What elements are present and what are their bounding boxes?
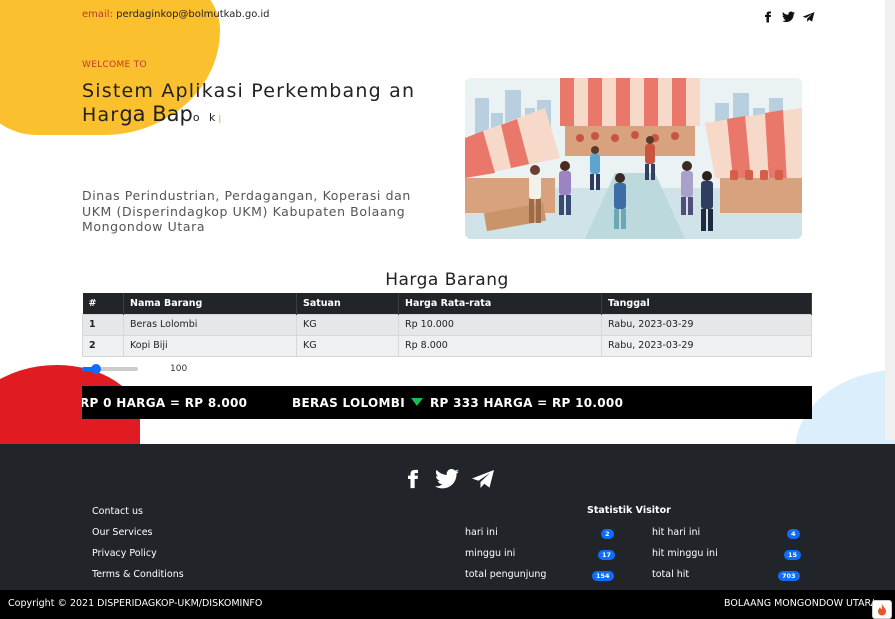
cell-date: Rabu, 2023-03-29 (601, 334, 812, 357)
stat-badge: 154 (592, 571, 614, 581)
footer-link-services[interactable]: Our Services (92, 526, 184, 547)
cell-number: 1 (82, 313, 124, 336)
stat-label: hit minggu ini (652, 548, 718, 559)
price-ticker: RP 0 HARGA = RP 8.000 BERAS LOLOMBI RP 3… (82, 386, 812, 419)
copyright-text: Copyright © 2021 DISPERIDAGKOP-UKM/DISKO… (8, 598, 263, 609)
title-typing-small: o k (192, 111, 219, 124)
stat-badge: 703 (778, 571, 800, 581)
stat-badge: 15 (784, 550, 802, 560)
twitter-icon[interactable] (435, 468, 459, 493)
visitor-stats-title: Statistik Visitor (587, 505, 671, 516)
welcome-label: WELCOME TO (82, 60, 147, 70)
price-table: # Nama Barang Satuan Harga Rata-rata Tan… (82, 293, 812, 357)
stat-badge: 17 (598, 550, 616, 560)
stat-badge: 4 (787, 529, 800, 539)
cell-date: Rabu, 2023-03-29 (601, 313, 812, 336)
table-header-row: # Nama Barang Satuan Harga Rata-rata Tan… (82, 293, 812, 314)
stat-label: total pengunjung (465, 569, 547, 580)
slider-track[interactable] (82, 364, 138, 374)
telegram-icon[interactable] (471, 469, 495, 493)
cell-price: Rp 8.000 (398, 334, 602, 357)
slider-value: 100 (170, 364, 188, 374)
agency-subtitle: Dinas Perindustrian, Perdagangan, Kopera… (82, 188, 411, 234)
stat-label: hari ini (465, 527, 498, 538)
cell-price: Rp 10.000 (398, 313, 602, 336)
market-illustration (465, 78, 802, 239)
stat-label: hit hari ini (652, 527, 701, 538)
price-section-title: Harga Barang (385, 270, 509, 290)
cell-unit: KG (296, 313, 399, 336)
cell-unit: KG (296, 334, 399, 357)
ticker-segment: BERAS LOLOMBI RP 333 HARGA = RP 10.000 (292, 396, 623, 410)
footer-links: Contact us Our Services Privacy Policy T… (92, 505, 184, 589)
table-row: 1 Beras Lolombi KG Rp 10.000 Rabu, 2023-… (82, 313, 812, 336)
region-text: BOLAANG MONGONDOW UTARA (724, 598, 874, 609)
stat-badge: 2 (601, 529, 614, 539)
facebook-icon[interactable] (762, 8, 774, 23)
footer-link-terms[interactable]: Terms & Conditions (92, 568, 184, 589)
ticker-item-change: RP 333 HARGA = RP 10.000 (429, 395, 624, 410)
ticker-item-name: BERAS LOLOMBI (292, 395, 405, 410)
contact-email: email: perdaginkop@bolmutkab.go.id (82, 9, 270, 20)
cell-number: 2 (82, 334, 124, 357)
col-header-unit[interactable]: Satuan (296, 293, 399, 314)
col-header-date[interactable]: Tanggal (601, 293, 812, 314)
price-down-icon (411, 397, 424, 406)
fire-icon[interactable] (872, 600, 892, 619)
cell-name: Kopi Biji (123, 334, 297, 357)
footer-social-links (403, 468, 495, 493)
title-typing-large: ga Bap (119, 102, 193, 126)
email-value[interactable]: perdaginkop@bolmutkab.go.id (116, 9, 269, 20)
cell-name: Beras Lolombi (123, 313, 297, 336)
typing-cursor: | (218, 114, 223, 123)
col-header-number[interactable]: # (82, 293, 124, 314)
footer-link-contact[interactable]: Contact us (92, 505, 184, 526)
page-title: Sistem Aplikasi Perkembang an Harga Bapo… (82, 80, 442, 130)
col-header-price[interactable]: Harga Rata-rata (398, 293, 602, 314)
facebook-icon[interactable] (403, 469, 423, 493)
table-row: 2 Kopi Biji KG Rp 8.000 Rabu, 2023-03-29 (82, 334, 812, 357)
twitter-icon[interactable] (782, 8, 795, 23)
slider-thumb[interactable] (91, 364, 101, 374)
speed-slider[interactable]: 100 (82, 364, 187, 374)
scrollbar[interactable] (885, 0, 895, 440)
stat-label: minggu ini (465, 548, 516, 559)
ticker-segment: RP 0 HARGA = RP 8.000 (82, 395, 248, 410)
email-label: email: (82, 9, 113, 20)
telegram-icon[interactable] (802, 8, 815, 22)
col-header-name[interactable]: Nama Barang (123, 293, 297, 314)
stat-label: total hit (652, 569, 690, 580)
top-social-links (762, 8, 815, 23)
footer-link-privacy[interactable]: Privacy Policy (92, 547, 184, 568)
